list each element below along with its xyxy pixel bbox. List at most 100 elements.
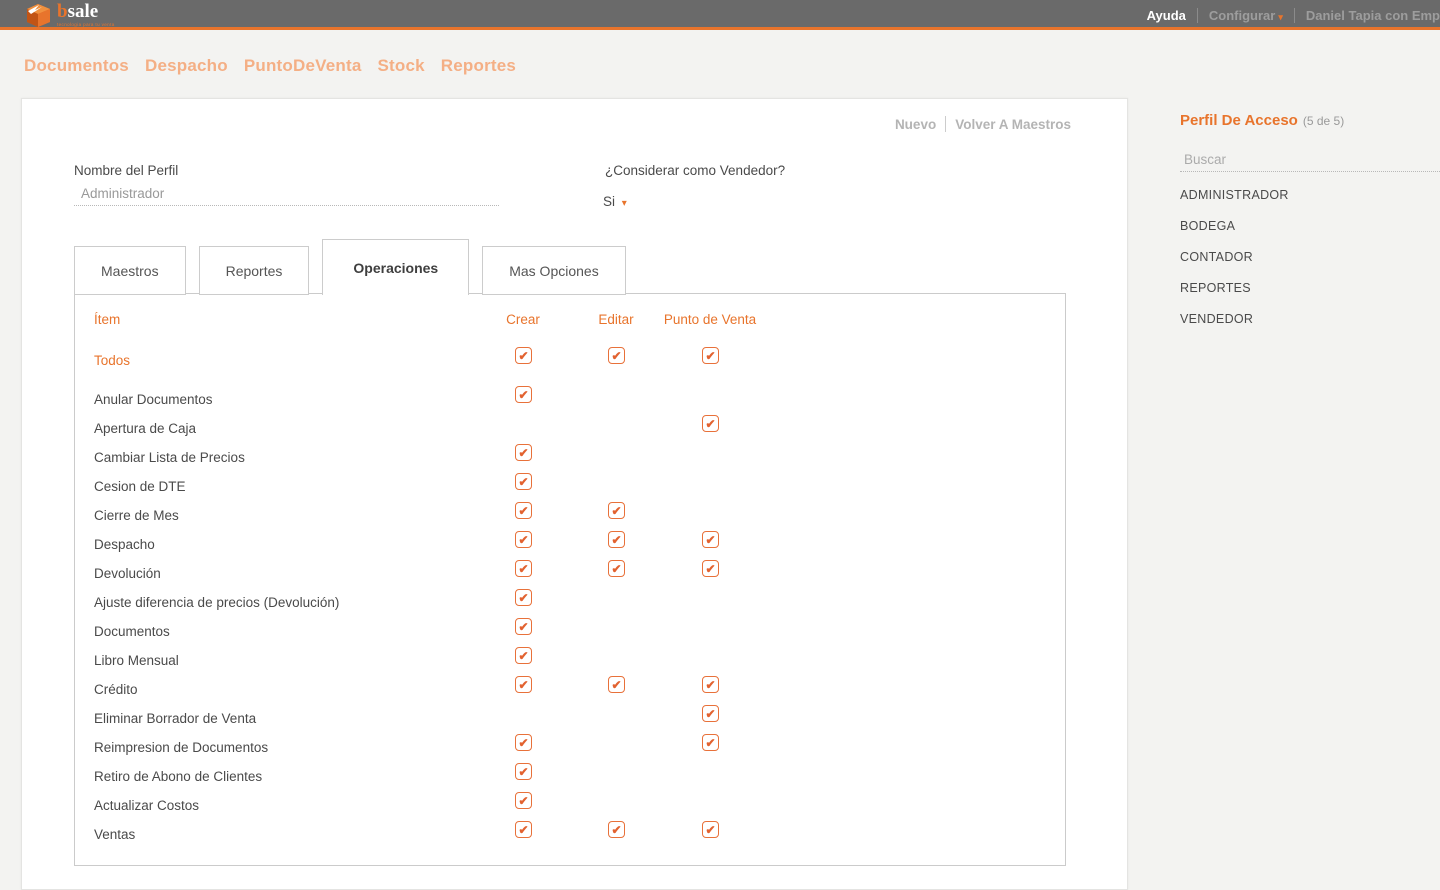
nav-item-stock[interactable]: Stock bbox=[377, 56, 424, 76]
checkbox-crear[interactable]: ✔ bbox=[515, 676, 532, 693]
action-nuevo[interactable]: Nuevo bbox=[895, 117, 936, 132]
topbar-link-ayuda[interactable]: Ayuda bbox=[1147, 8, 1186, 23]
checkmark-icon: ✔ bbox=[518, 737, 528, 749]
checkmark-icon: ✔ bbox=[518, 621, 528, 633]
table-row: Retiro de Abono de Clientes ✔ bbox=[75, 762, 1065, 791]
action-volver-a-maestros[interactable]: Volver A Maestros bbox=[955, 117, 1071, 132]
checkbox-crear[interactable]: ✔ bbox=[515, 473, 532, 490]
checkbox-editar[interactable]: ✔ bbox=[608, 560, 625, 577]
table-row: Crédito ✔ ✔ ✔ bbox=[75, 675, 1065, 704]
profile-item-bodega[interactable]: BODEGA bbox=[1180, 211, 1440, 242]
row-label: Apertura de Caja bbox=[94, 414, 196, 443]
sidebar-header: Perfil De Acceso(5 de 5) bbox=[1180, 112, 1440, 130]
sidebar-title[interactable]: Perfil De Acceso bbox=[1180, 112, 1298, 129]
checkbox-crear[interactable]: ✔ bbox=[515, 386, 532, 403]
checkbox-crear[interactable]: ✔ bbox=[515, 821, 532, 838]
checkbox-editar[interactable]: ✔ bbox=[608, 347, 625, 364]
tab-mas-opciones[interactable]: Mas Opciones bbox=[482, 246, 625, 295]
checkbox-crear[interactable]: ✔ bbox=[515, 618, 532, 635]
actions-divider bbox=[945, 116, 946, 132]
checkbox-editar[interactable]: ✔ bbox=[608, 531, 625, 548]
checkbox-crear[interactable]: ✔ bbox=[515, 647, 532, 664]
topbar-divider bbox=[1197, 8, 1198, 23]
checkbox-pos[interactable]: ✔ bbox=[702, 734, 719, 751]
nav-item-documentos[interactable]: Documentos bbox=[24, 56, 129, 76]
checkbox-crear[interactable]: ✔ bbox=[515, 589, 532, 606]
row-label: Libro Mensual bbox=[94, 646, 179, 675]
checkmark-icon: ✔ bbox=[705, 737, 715, 749]
nav-item-reportes[interactable]: Reportes bbox=[441, 56, 516, 76]
main-panel: NuevoVolver A Maestros Nombre del Perfil… bbox=[21, 98, 1128, 890]
checkbox-pos[interactable]: ✔ bbox=[702, 560, 719, 577]
vendor-select-value: Si bbox=[603, 194, 615, 209]
row-label: Devolución bbox=[94, 559, 161, 588]
checkmark-icon: ✔ bbox=[705, 824, 715, 836]
checkmark-icon: ✔ bbox=[705, 534, 715, 546]
search-input[interactable] bbox=[1180, 150, 1440, 172]
checkbox-editar[interactable]: ✔ bbox=[608, 821, 625, 838]
topbar-link-configurar[interactable]: Configurar▾ bbox=[1209, 8, 1283, 23]
row-label: Anular Documentos bbox=[94, 385, 213, 414]
checkmark-icon: ✔ bbox=[518, 350, 528, 362]
table-row: Actualizar Costos ✔ bbox=[75, 791, 1065, 820]
table-row: Anular Documentos ✔ bbox=[75, 385, 1065, 414]
column-header-item: Ítem bbox=[94, 312, 120, 327]
checkmark-icon: ✔ bbox=[705, 708, 715, 720]
topbar-menu: Ayuda Configurar▾ Daniel Tapia con Emp bbox=[1147, 0, 1440, 30]
profile-item-reportes[interactable]: REPORTES bbox=[1180, 273, 1440, 304]
checkmark-icon: ✔ bbox=[518, 534, 528, 546]
checkbox-pos[interactable]: ✔ bbox=[702, 705, 719, 722]
checkbox-crear[interactable]: ✔ bbox=[515, 763, 532, 780]
row-label: Crédito bbox=[94, 675, 138, 704]
checkbox-crear[interactable]: ✔ bbox=[515, 531, 532, 548]
checkbox-pos[interactable]: ✔ bbox=[702, 821, 719, 838]
nav-item-puntodeventa[interactable]: PuntoDeVenta bbox=[244, 56, 362, 76]
checkmark-icon: ✔ bbox=[705, 350, 715, 362]
profile-item-vendedor[interactable]: VENDEDOR bbox=[1180, 304, 1440, 335]
checkbox-pos[interactable]: ✔ bbox=[702, 676, 719, 693]
tab-reportes[interactable]: Reportes bbox=[199, 246, 310, 295]
checkbox-pos[interactable]: ✔ bbox=[702, 347, 719, 364]
checkmark-icon: ✔ bbox=[518, 766, 528, 778]
checkmark-icon: ✔ bbox=[611, 824, 621, 836]
table-row: Despacho✔✔✔ bbox=[75, 530, 1065, 559]
row-label: Actualizar Costos bbox=[94, 791, 199, 820]
checkmark-icon: ✔ bbox=[518, 795, 528, 807]
tab-maestros[interactable]: Maestros bbox=[74, 246, 186, 295]
checkbox-pos[interactable]: ✔ bbox=[702, 531, 719, 548]
row-label: Eliminar Borrador de Venta bbox=[94, 704, 256, 733]
permission-tabs: Maestros ReportesOperaciones Mas Opciones bbox=[74, 239, 639, 295]
profile-item-contador[interactable]: CONTADOR bbox=[1180, 242, 1440, 273]
checkbox-editar[interactable]: ✔ bbox=[608, 502, 625, 519]
column-header-crear: Crear bbox=[506, 312, 540, 327]
panel-actions: Nuevo Volver A Maestros bbox=[895, 116, 1071, 132]
vendor-select[interactable]: Si ▾ bbox=[603, 194, 627, 209]
row-label: Reimpresion de Documentos bbox=[94, 733, 268, 762]
checkmark-icon: ✔ bbox=[611, 350, 621, 362]
tab-operaciones[interactable]: Operaciones bbox=[322, 239, 469, 295]
checkbox-crear[interactable]: ✔ bbox=[515, 444, 532, 461]
checkbox-crear[interactable]: ✔ bbox=[515, 792, 532, 809]
topbar-link-daniel-tapia-con-emp[interactable]: Daniel Tapia con Emp bbox=[1306, 8, 1440, 23]
checkbox-crear[interactable]: ✔ bbox=[515, 734, 532, 751]
row-label: Ajuste diferencia de precios (Devolución… bbox=[94, 588, 339, 617]
bsale-logo[interactable]: bsale tecnologia para tu venta bbox=[26, 2, 115, 28]
row-label: Documentos bbox=[94, 617, 170, 646]
table-row: Documentos ✔ bbox=[75, 617, 1065, 646]
table-row: Cambiar Lista de Precios✔ bbox=[75, 443, 1065, 472]
profiles-list: ADMINISTRADORBODEGACONTADORREPORTESVENDE… bbox=[1180, 180, 1440, 335]
row-label: Retiro de Abono de Clientes bbox=[94, 762, 262, 791]
checkbox-crear[interactable]: ✔ bbox=[515, 347, 532, 364]
checkmark-icon: ✔ bbox=[611, 563, 621, 575]
profile-name-input[interactable] bbox=[74, 184, 499, 206]
checkmark-icon: ✔ bbox=[518, 592, 528, 604]
checkbox-crear[interactable]: ✔ bbox=[515, 560, 532, 577]
profile-item-administrador[interactable]: ADMINISTRADOR bbox=[1180, 180, 1440, 211]
brand-name: bsale bbox=[57, 2, 115, 22]
checkbox-pos[interactable]: ✔ bbox=[702, 415, 719, 432]
checkbox-crear[interactable]: ✔ bbox=[515, 502, 532, 519]
checkmark-icon: ✔ bbox=[705, 563, 715, 575]
profiles-sidebar: Perfil De Acceso(5 de 5) ADMINISTRADORBO… bbox=[1180, 112, 1440, 335]
nav-item-despacho[interactable]: Despacho bbox=[145, 56, 228, 76]
checkbox-editar[interactable]: ✔ bbox=[608, 676, 625, 693]
